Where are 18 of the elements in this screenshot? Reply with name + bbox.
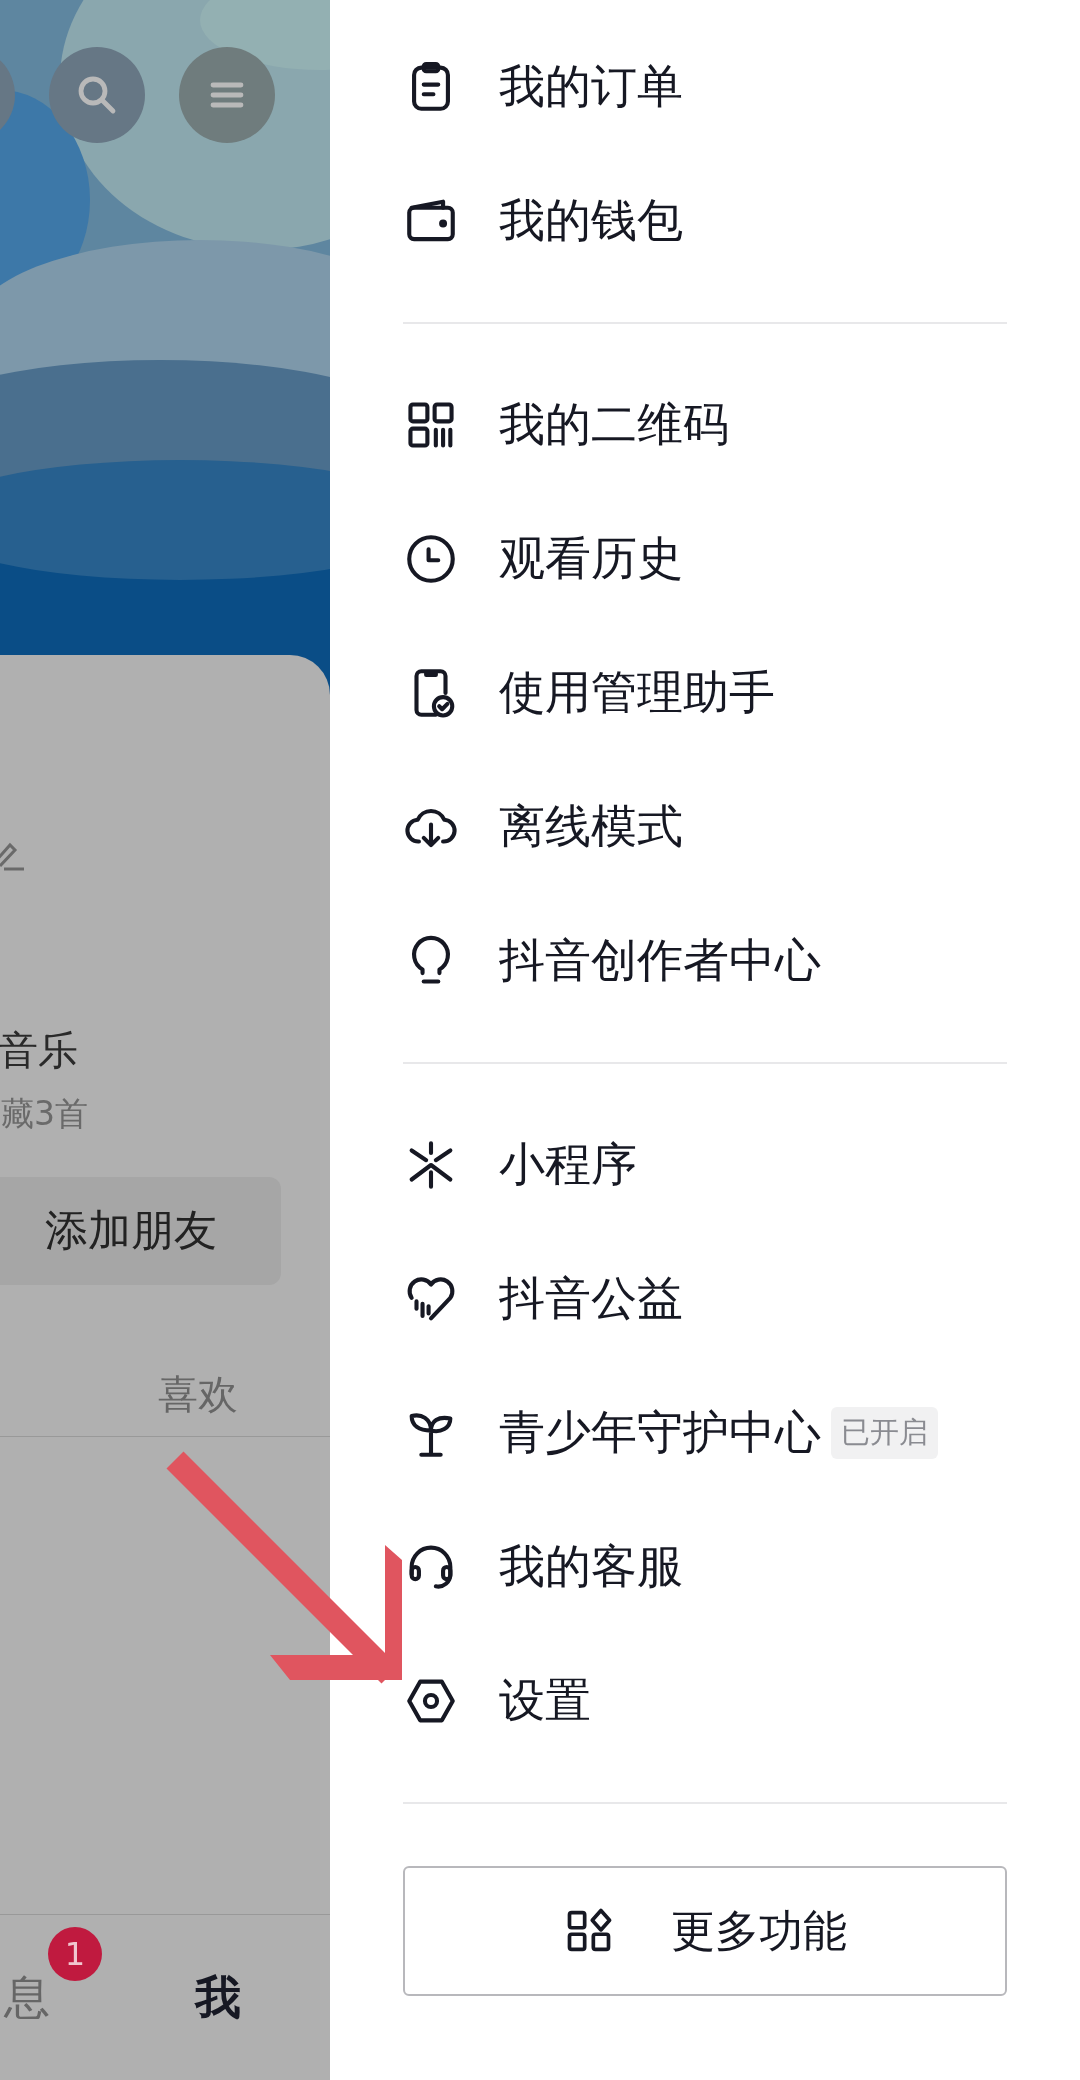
menu-item[interactable]: 我的钱包 xyxy=(499,190,683,252)
more-features-button[interactable]: 更多功能 xyxy=(403,1866,1007,1996)
menu-item[interactable]: 我的订单 xyxy=(499,56,683,118)
menu-item[interactable]: 观看历史 xyxy=(499,528,683,590)
music-count: 藏3首 xyxy=(1,1093,89,1135)
menu-item[interactable]: 我的二维码 xyxy=(499,394,729,456)
add-friend-button[interactable]: 添加朋友 xyxy=(0,1177,281,1285)
menu-item[interactable]: 小程序 xyxy=(499,1134,637,1196)
notification-badge: 1 xyxy=(48,1926,102,1981)
menu-item[interactable]: 离线模式 xyxy=(499,796,683,858)
menu-item[interactable]: 抖音公益 xyxy=(499,1268,683,1330)
menu-item[interactable]: 青少年守护中心 xyxy=(499,1402,821,1464)
nav-tab[interactable]: 我 xyxy=(195,1966,241,2029)
menu-item[interactable]: 使用管理助手 xyxy=(499,662,775,724)
menu-item[interactable]: 抖音创作者中心 xyxy=(499,930,821,992)
menu-item[interactable]: 我的客服 xyxy=(499,1536,683,1598)
status-tag: 已开启 xyxy=(831,1407,938,1459)
menu-item[interactable]: 设置 xyxy=(499,1670,591,1732)
